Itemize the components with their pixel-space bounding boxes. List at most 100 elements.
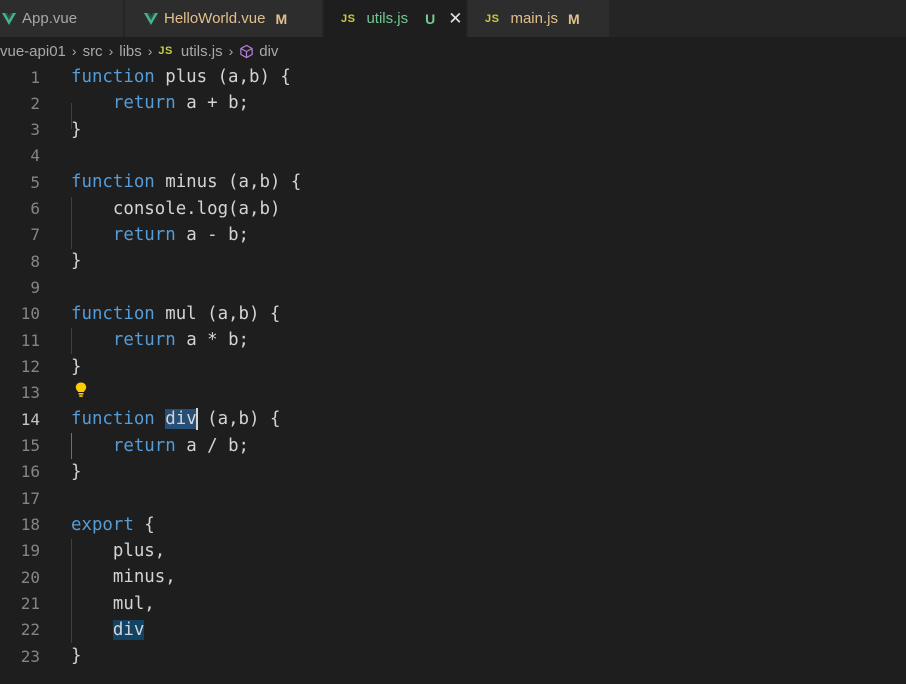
code-line: 11 return a * b; bbox=[0, 327, 906, 353]
keyword-token: function bbox=[71, 303, 155, 324]
tab-helloworld-vue[interactable]: HelloWorld.vue M bbox=[125, 0, 323, 37]
code-text: return a - b; bbox=[71, 225, 249, 245]
code-line: 20 minus, bbox=[0, 564, 906, 590]
code-line: 14 function div (a,b) { bbox=[0, 406, 906, 432]
tab-main-js[interactable]: JS main.js M bbox=[468, 0, 610, 37]
line-number: 9 bbox=[30, 278, 40, 298]
code-text: mul, bbox=[71, 594, 155, 614]
code-token: minus, bbox=[112, 567, 176, 588]
code-text: return a / b; bbox=[71, 436, 249, 456]
line-number: 19 bbox=[20, 541, 40, 561]
code-text: return a * b; bbox=[71, 330, 249, 350]
code-token: a - b; bbox=[175, 224, 250, 245]
breadcrumb-item-file[interactable]: utils.js bbox=[181, 43, 223, 60]
code-line: 8} bbox=[0, 248, 906, 274]
code-token: mul (a,b) { bbox=[154, 303, 281, 324]
chevron-right-icon: › bbox=[228, 43, 234, 59]
code-token: plus, bbox=[112, 540, 166, 561]
code-token: } bbox=[71, 461, 82, 482]
code-line: 1 function plus (a,b) { bbox=[0, 64, 906, 90]
untracked-badge: U bbox=[425, 10, 436, 27]
breadcrumb-item-src[interactable]: src bbox=[83, 43, 103, 60]
line-number: 22 bbox=[20, 620, 40, 640]
line-number: 16 bbox=[20, 462, 40, 482]
code-line: 18 export { bbox=[0, 512, 906, 538]
line-number: 6 bbox=[30, 199, 40, 219]
chevron-right-icon: › bbox=[108, 43, 114, 59]
close-icon[interactable]: ✕ bbox=[448, 10, 462, 27]
code-text: } bbox=[71, 462, 81, 482]
editor-tab-bar: App.vue HelloWorld.vue M JS utils.js U ✕… bbox=[0, 0, 906, 37]
keyword-token: return bbox=[112, 224, 176, 245]
line-number: 13 bbox=[20, 383, 40, 403]
modified-badge: M bbox=[567, 10, 580, 27]
code-text: return a + b; bbox=[71, 93, 249, 113]
code-text: function minus (a,b) { bbox=[71, 172, 301, 192]
keyword-token: function bbox=[71, 409, 155, 430]
code-text: function mul (a,b) { bbox=[71, 304, 280, 324]
code-line: 22 div bbox=[0, 617, 906, 643]
code-line: 3} bbox=[0, 117, 906, 143]
code-line: 6 console.log(a,b) bbox=[0, 196, 906, 222]
code-line: 15 return a / b; bbox=[0, 433, 906, 459]
breadcrumb: vue-api01 › src › libs › JS utils.js › d… bbox=[0, 37, 906, 65]
js-icon: JS bbox=[341, 12, 356, 25]
breadcrumb-item-symbol[interactable]: div bbox=[259, 43, 278, 60]
breadcrumb-item-libs[interactable]: libs bbox=[119, 43, 142, 60]
line-number: 15 bbox=[20, 436, 40, 456]
tab-label: utils.js bbox=[366, 10, 409, 27]
modified-badge: M bbox=[275, 10, 288, 27]
code-token: } bbox=[71, 646, 82, 667]
code-line: 23} bbox=[0, 643, 906, 669]
line-number: 4 bbox=[30, 146, 40, 166]
line-number: 2 bbox=[30, 93, 40, 113]
code-line: 7 return a - b; bbox=[0, 222, 906, 248]
code-token: } bbox=[71, 251, 82, 272]
breadcrumb-item-project[interactable]: vue-api01 bbox=[0, 43, 66, 60]
code-token: } bbox=[71, 119, 82, 140]
code-text: plus, bbox=[71, 541, 165, 561]
code-text: minus, bbox=[71, 567, 176, 587]
code-editor[interactable]: 1 function plus (a,b) { 2 return a + b; 3} 4… bbox=[0, 65, 906, 684]
selected-token: div bbox=[165, 409, 197, 430]
code-token: } bbox=[71, 356, 82, 377]
keyword-token: return bbox=[112, 330, 176, 351]
line-number: 10 bbox=[20, 304, 40, 324]
tab-label: HelloWorld.vue bbox=[164, 10, 266, 27]
tab-label: main.js bbox=[510, 10, 558, 27]
line-number: 20 bbox=[20, 567, 40, 587]
line-number: 21 bbox=[20, 594, 40, 614]
code-text: console.log(a,b) bbox=[71, 199, 281, 219]
code-line: 17 bbox=[0, 485, 906, 511]
code-text: } bbox=[71, 251, 81, 271]
line-number: 23 bbox=[20, 646, 40, 666]
code-token: a + b; bbox=[175, 93, 250, 114]
code-text: } bbox=[71, 357, 81, 377]
line-number: 3 bbox=[30, 120, 40, 140]
line-number: 14 bbox=[20, 409, 40, 429]
code-token: plus (a,b) { bbox=[154, 67, 291, 87]
vue-icon bbox=[144, 12, 158, 25]
js-icon: JS bbox=[158, 45, 173, 57]
tab-utils-js[interactable]: JS utils.js U ✕ bbox=[324, 0, 467, 37]
code-line: 10 function mul (a,b) { bbox=[0, 301, 906, 327]
code-line: 12} bbox=[0, 354, 906, 380]
keyword-token: return bbox=[112, 435, 176, 456]
line-number: 18 bbox=[20, 515, 40, 535]
tab-label: App.vue bbox=[22, 10, 78, 27]
code-text: function div (a,b) { bbox=[71, 408, 280, 431]
code-token: { bbox=[133, 514, 155, 535]
tab-app-vue[interactable]: App.vue bbox=[0, 0, 124, 37]
code-token: minus (a,b) { bbox=[154, 172, 302, 193]
code-line: 21 mul, bbox=[0, 591, 906, 617]
line-number: 12 bbox=[20, 357, 40, 377]
